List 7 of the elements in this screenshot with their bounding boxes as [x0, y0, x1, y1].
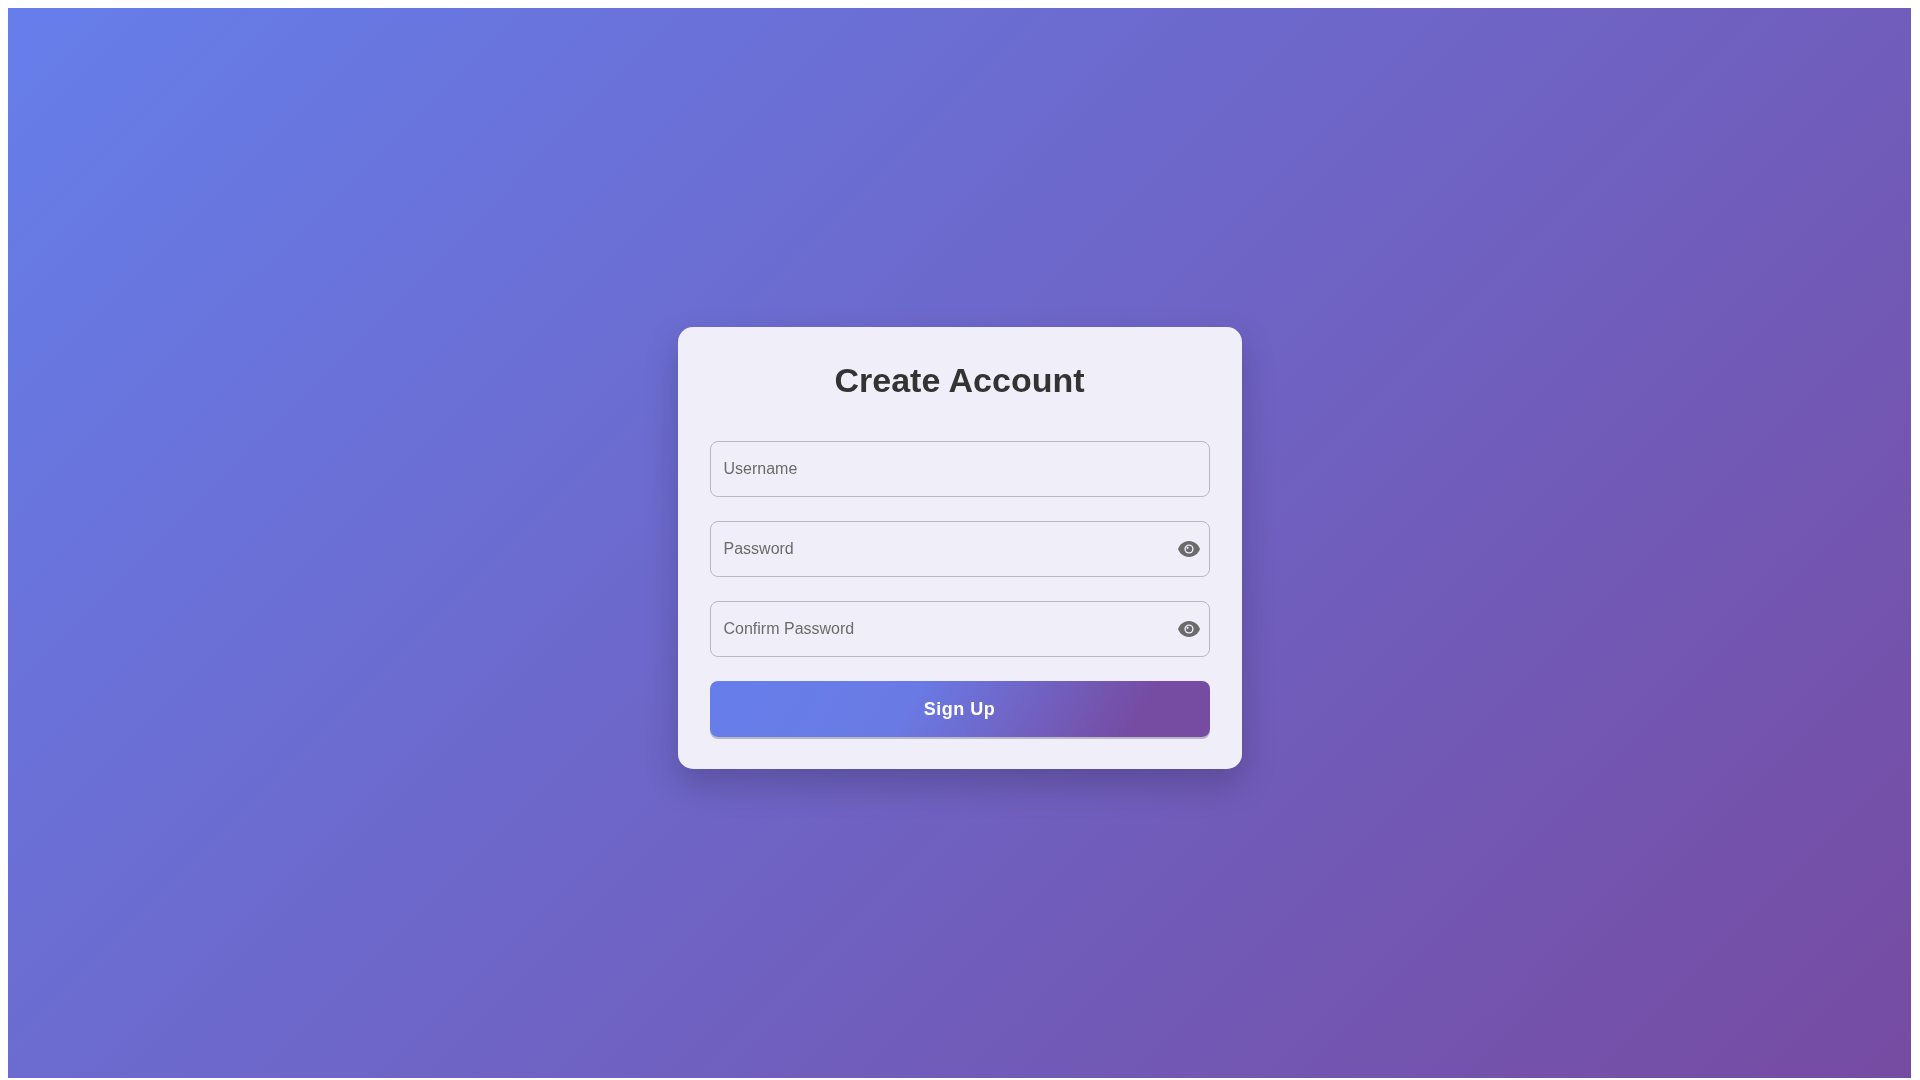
eye-icon[interactable] — [1176, 540, 1201, 558]
eye-icon[interactable] — [1176, 620, 1201, 638]
input-field[interactable]: Confirm Password — [709, 601, 1210, 657]
input-field[interactable]: Password — [709, 521, 1210, 577]
input-field[interactable]: Username — [709, 441, 1210, 497]
card-title: Create Account — [834, 360, 1085, 401]
sign-up-button[interactable]: Sign Up — [709, 681, 1210, 737]
